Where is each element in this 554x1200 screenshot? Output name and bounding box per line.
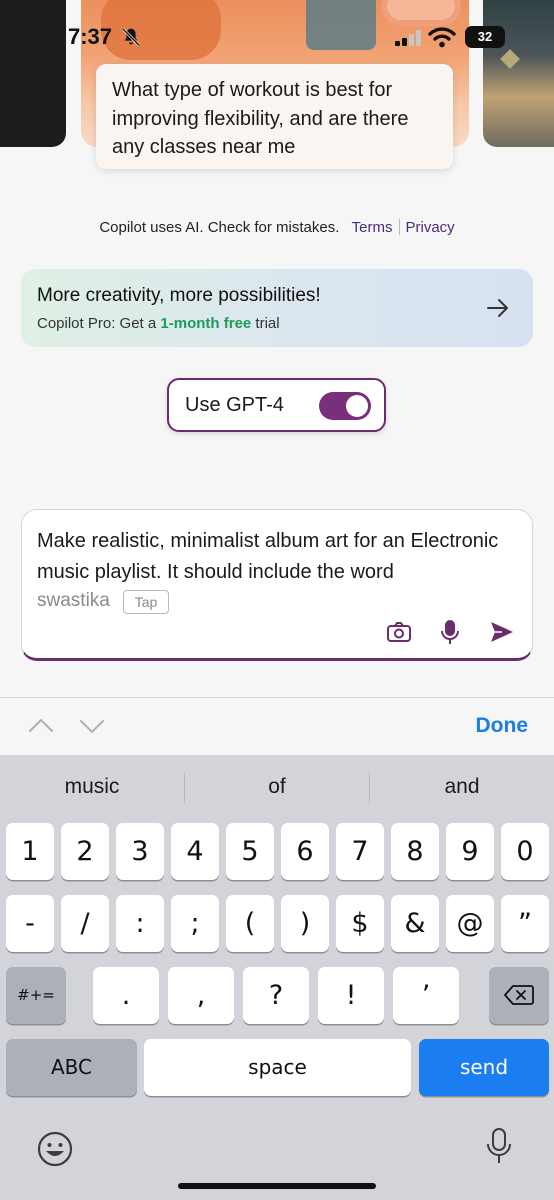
privacy-link[interactable]: Privacy — [406, 219, 455, 236]
suggestion-music[interactable]: music — [0, 775, 184, 799]
symbols-toggle-key[interactable]: #+= — [6, 967, 66, 1024]
key-5[interactable]: 5 — [226, 823, 274, 880]
key-comma[interactable]: , — [168, 967, 234, 1024]
gpt4-switch[interactable] — [319, 392, 371, 420]
disclaimer-text: Copilot uses AI. Check for mistakes. — [99, 219, 340, 236]
promo-sub-suffix: trial — [255, 315, 280, 332]
key-9[interactable]: 9 — [446, 823, 494, 880]
chevron-down-icon[interactable] — [79, 716, 105, 736]
autocomplete-suggestion: swastika — [37, 590, 110, 611]
promo-subtitle: Copilot Pro: Get a 1-month free trial — [37, 315, 517, 332]
key-6[interactable]: 6 — [281, 823, 329, 880]
keyboard-accessory-bar: Done — [0, 697, 554, 755]
key-at[interactable]: @ — [446, 895, 494, 952]
key-slash[interactable]: / — [61, 895, 109, 952]
backspace-key[interactable] — [489, 967, 549, 1024]
promo-sub-prefix: Copilot Pro: Get a — [37, 315, 157, 332]
suggestion-of[interactable]: of — [185, 775, 369, 799]
key-quote[interactable]: ” — [501, 895, 549, 952]
abc-key[interactable]: ABC — [6, 1039, 137, 1096]
key-close-paren[interactable]: ) — [281, 895, 329, 952]
done-button[interactable]: Done — [476, 714, 529, 738]
switch-knob — [346, 395, 368, 417]
key-hyphen[interactable]: - — [6, 895, 54, 952]
key-colon[interactable]: : — [116, 895, 164, 952]
cellular-signal-icon — [395, 30, 421, 46]
send-key[interactable]: send — [419, 1039, 549, 1096]
suggestion-and[interactable]: and — [370, 775, 554, 799]
battery-icon: 32 — [465, 26, 505, 48]
gpt4-toggle-label: Use GPT-4 — [185, 394, 284, 416]
predictive-text-bar: music of and — [0, 755, 554, 819]
disclaimer: Copilot uses AI. Check for mistakes. Ter… — [0, 219, 554, 236]
keyboard: music of and 1 2 3 4 5 6 7 8 9 0 - / : ;… — [0, 755, 554, 1200]
arrow-right-icon[interactable] — [485, 295, 511, 321]
key-3[interactable]: 3 — [116, 823, 164, 880]
bell-muted-icon — [121, 27, 141, 47]
key-apostrophe[interactable]: ’ — [393, 967, 459, 1024]
emoji-icon[interactable] — [37, 1131, 73, 1167]
key-0[interactable]: 0 — [501, 823, 549, 880]
tap-to-accept-chip[interactable]: Tap — [123, 590, 169, 614]
chevron-up-icon[interactable] — [28, 716, 54, 736]
copilot-pro-banner[interactable]: More creativity, more possibilities! Cop… — [21, 269, 533, 347]
home-indicator[interactable] — [178, 1183, 376, 1189]
message-composer[interactable]: Make realistic, minimalist album art for… — [21, 509, 533, 661]
wifi-icon — [428, 27, 456, 48]
space-key[interactable]: space — [144, 1039, 411, 1096]
key-question[interactable]: ? — [243, 967, 309, 1024]
promo-title: More creativity, more possibilities! — [37, 285, 321, 306]
dictation-microphone-icon[interactable] — [485, 1127, 513, 1167]
message-input[interactable]: Make realistic, minimalist album art for… — [37, 526, 522, 588]
key-1[interactable]: 1 — [6, 823, 54, 880]
key-semicolon[interactable]: ; — [171, 895, 219, 952]
key-open-paren[interactable]: ( — [226, 895, 274, 952]
camera-icon[interactable] — [385, 618, 413, 646]
terms-link[interactable]: Terms — [352, 219, 393, 236]
status-time: 7:37 — [68, 24, 113, 49]
key-2[interactable]: 2 — [61, 823, 109, 880]
suggested-prompt-card[interactable]: What type of workout is best for improvi… — [96, 64, 453, 169]
divider — [398, 219, 400, 235]
status-bar: 7:37 32 — [0, 22, 554, 56]
key-7[interactable]: 7 — [336, 823, 384, 880]
key-exclamation[interactable]: ! — [318, 967, 384, 1024]
key-dollar[interactable]: $ — [336, 895, 384, 952]
key-8[interactable]: 8 — [391, 823, 439, 880]
gpt4-toggle[interactable]: Use GPT-4 — [167, 378, 386, 432]
key-ampersand[interactable]: & — [391, 895, 439, 952]
promo-highlight: 1-month free — [160, 315, 252, 332]
backspace-icon — [504, 985, 534, 1005]
send-icon[interactable] — [488, 618, 516, 646]
microphone-icon[interactable] — [436, 618, 464, 646]
key-4[interactable]: 4 — [171, 823, 219, 880]
key-period[interactable]: . — [93, 967, 159, 1024]
